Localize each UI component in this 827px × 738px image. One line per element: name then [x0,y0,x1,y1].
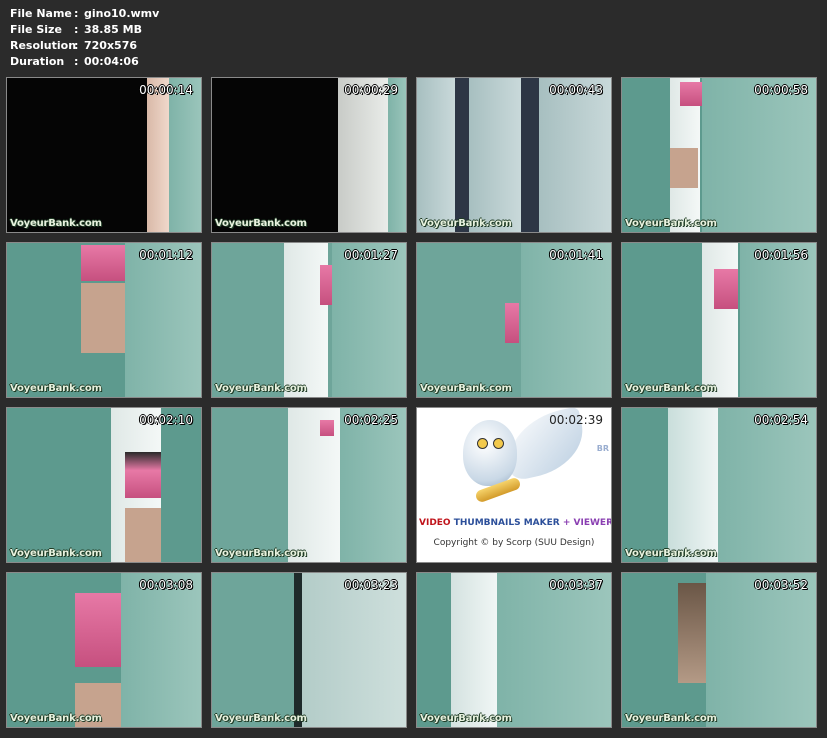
thumbnail-image [417,78,611,232]
timestamp: 00:02:54 [754,413,808,427]
timestamp: 00:01:12 [139,248,193,262]
info-label: Resolution [10,39,77,52]
file-info-panel: File Name : gino10.wmv File Size : 38.85… [10,6,159,70]
watermark: VoyeurBank.com [10,383,102,394]
thumbnail-image [212,573,406,727]
watermark: VoyeurBank.com [215,713,307,724]
info-label: File Name [10,7,72,20]
thumbnail-logo[interactable]: BR VIDEO THUMBNAILS MAKER + VIEWER Copyr… [416,407,612,563]
watermark: VoyeurBank.com [215,383,307,394]
thumbnail[interactable]: 00:01:56 VoyeurBank.com [621,242,817,398]
timestamp: 00:02:39 [549,413,603,427]
timestamp: 00:00:14 [139,83,193,97]
info-label: File Size [10,23,62,36]
thumbnail-image [7,78,201,232]
watermark: VoyeurBank.com [215,218,307,229]
watermark: VoyeurBank.com [420,218,512,229]
thumbnail-image [622,243,816,397]
logo-title: VIDEO THUMBNAILS MAKER + VIEWER [419,518,612,528]
thumbnail[interactable]: 00:03:52 VoyeurBank.com [621,572,817,728]
timestamp: 00:03:23 [344,578,398,592]
thumbnail-image [622,573,816,727]
thumbnail[interactable]: 00:02:54 VoyeurBank.com [621,407,817,563]
watermark: VoyeurBank.com [625,383,717,394]
owl-icon [463,420,517,486]
thumbnail[interactable]: 00:03:08 VoyeurBank.com [6,572,202,728]
info-value: 00:04:06 [84,55,139,68]
thumbnail-image [622,408,816,562]
timestamp: 00:01:56 [754,248,808,262]
info-row-resolution: Resolution : 720x576 [10,39,138,52]
timestamp: 00:03:08 [139,578,193,592]
watermark: VoyeurBank.com [625,218,717,229]
watermark: VoyeurBank.com [215,548,307,559]
thumbnail[interactable]: 00:02:10 VoyeurBank.com [6,407,202,563]
thumbnail-image [417,243,611,397]
logo-corner-text: BR [596,444,609,453]
thumbnail[interactable]: 00:00:58 VoyeurBank.com [621,77,817,233]
logo-copyright: Copyright © by Scorp (SUU Design) [433,538,595,548]
thumbnail-image [7,243,201,397]
thumbnail[interactable]: 00:03:37 VoyeurBank.com [416,572,612,728]
watermark: VoyeurBank.com [10,713,102,724]
info-row-file-size: File Size : 38.85 MB [10,23,142,36]
timestamp: 00:01:27 [344,248,398,262]
watermark: VoyeurBank.com [420,713,512,724]
thumbnail-image [622,78,816,232]
timestamp: 00:02:25 [344,413,398,427]
timestamp: 00:03:52 [754,578,808,592]
info-value: 38.85 MB [84,23,142,36]
watermark: VoyeurBank.com [625,713,717,724]
thumbnail[interactable]: 00:02:25 VoyeurBank.com [211,407,407,563]
timestamp: 00:00:29 [344,83,398,97]
thumbnail[interactable]: 00:00:29 VoyeurBank.com [211,77,407,233]
timestamp: 00:03:37 [549,578,603,592]
info-value: gino10.wmv [84,7,160,20]
info-row-file-name: File Name : gino10.wmv [10,7,160,20]
thumbnail[interactable]: 00:00:43 VoyeurBank.com [416,77,612,233]
thumbnail[interactable]: 00:01:27 VoyeurBank.com [211,242,407,398]
thumbnail-image [417,573,611,727]
thumbnail-image [212,78,406,232]
thumbnail[interactable]: 00:01:41 VoyeurBank.com [416,242,612,398]
thumbnail-image [212,243,406,397]
info-value: 720x576 [84,39,138,52]
thumbnail[interactable]: 00:03:23 VoyeurBank.com [211,572,407,728]
timestamp: 00:01:41 [549,248,603,262]
watermark: VoyeurBank.com [420,383,512,394]
thumbnail-image [212,408,406,562]
thumbnail[interactable]: 00:01:12 VoyeurBank.com [6,242,202,398]
thumbnail-image [7,573,201,727]
thumbnail-grid: 00:00:14 VoyeurBank.com 00:00:29 VoyeurB… [6,77,824,735]
thumbnail-image [7,408,201,562]
thumbnail[interactable]: 00:00:14 VoyeurBank.com [6,77,202,233]
info-row-duration: Duration : 00:04:06 [10,55,139,68]
timestamp: 00:00:43 [549,83,603,97]
watermark: VoyeurBank.com [625,548,717,559]
timestamp: 00:02:10 [139,413,193,427]
timestamp: 00:00:58 [754,83,808,97]
watermark: VoyeurBank.com [10,218,102,229]
watermark: VoyeurBank.com [10,548,102,559]
info-label: Duration [10,55,65,68]
